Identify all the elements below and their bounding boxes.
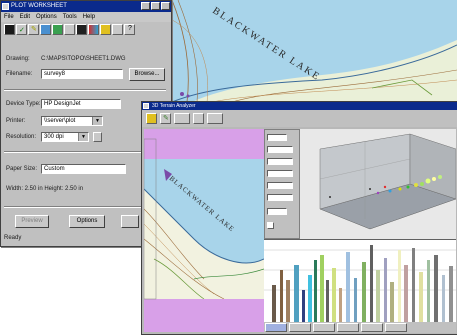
- drawing-value: C:\MAPS\TOPO\SHEET1.DWG: [41, 56, 126, 62]
- background-topo-map: BLACKWATER LAKE: [172, 0, 457, 102]
- status-text: Ready: [4, 235, 22, 241]
- close-button[interactable]: [161, 2, 170, 10]
- profile-graph-panel[interactable]: [264, 239, 456, 323]
- control-field-3[interactable]: [267, 158, 293, 165]
- zoom-tool-icon[interactable]: [193, 113, 204, 124]
- plot-dialog-toolbar: ✓ ✎ ?: [1, 22, 171, 37]
- viewer-title: 3D Terrain Analyzer: [152, 103, 196, 109]
- control-field-1[interactable]: [267, 134, 287, 141]
- paper-size-field[interactable]: Custom: [41, 164, 126, 174]
- chevron-down-icon[interactable]: ▼: [78, 133, 88, 141]
- plot-dialog-menubar: File Edit Options Tools Help: [1, 12, 171, 22]
- viewer-app-icon: [143, 103, 149, 109]
- drawing-label: Drawing:: [6, 56, 30, 62]
- open-tool-icon[interactable]: [146, 113, 157, 124]
- options-button[interactable]: Options: [69, 215, 105, 228]
- plot-dialog-titlebar[interactable]: PLOT WORKSHEET: [1, 1, 171, 12]
- browse-button[interactable]: Browse...: [129, 68, 165, 81]
- viewer-status-bar: [264, 322, 456, 333]
- grid-tool-icon[interactable]: [76, 24, 87, 35]
- frame-tool-icon[interactable]: [52, 24, 63, 35]
- menu-edit[interactable]: Edit: [20, 12, 30, 22]
- terrain-viewer-window: 3D Terrain Analyzer ✎ BLACKWATER LAKE: [141, 101, 457, 335]
- chevron-down-icon[interactable]: ▼: [92, 117, 102, 125]
- printer-value: \\server\plot: [44, 118, 76, 124]
- ruler-tool-icon[interactable]: [64, 24, 75, 35]
- spin-icon[interactable]: [93, 132, 102, 142]
- extra-button[interactable]: [121, 215, 139, 228]
- edit-tool-icon[interactable]: ✎: [160, 113, 171, 124]
- divider: [4, 89, 166, 91]
- profile-graph: [264, 245, 456, 323]
- control-field-6[interactable]: [267, 194, 293, 201]
- layers-tool-icon[interactable]: [40, 24, 51, 35]
- image-tool-icon[interactable]: [100, 24, 111, 35]
- app-icon: [2, 3, 9, 10]
- viewer-map-panel[interactable]: BLACKWATER LAKE: [144, 129, 264, 332]
- save-tool-icon[interactable]: [4, 24, 15, 35]
- paper-size-label: Paper Size:: [6, 166, 38, 172]
- plot-dialog-title: PLOT WORKSHEET: [11, 3, 67, 9]
- resolution-value: 300 dpi: [44, 134, 64, 140]
- control-field-2[interactable]: [267, 146, 293, 153]
- status-cell-4[interactable]: [337, 323, 359, 332]
- printer-select[interactable]: \\server\plot ▼: [41, 116, 103, 126]
- status-cell-1[interactable]: [265, 323, 287, 332]
- 3d-plot-graphic: [319, 133, 456, 230]
- control-field-5[interactable]: [267, 182, 293, 189]
- maximize-button[interactable]: [151, 2, 160, 10]
- device-type-label: Device Type:: [6, 101, 41, 107]
- resolution-select[interactable]: 300 dpi ▼: [41, 132, 89, 142]
- resolution-label: Resolution:: [6, 134, 37, 140]
- dimensions-text: Width: 2.50 in Height: 2.50 in: [6, 186, 84, 192]
- 3d-plot-panel[interactable]: [300, 129, 456, 239]
- menu-help[interactable]: Help: [83, 12, 95, 22]
- device-type-field[interactable]: HP DesignJet: [41, 99, 121, 109]
- menu-tools[interactable]: Tools: [63, 12, 77, 22]
- menu-file[interactable]: File: [4, 12, 14, 22]
- view-tool-icon[interactable]: [207, 113, 223, 124]
- viewer-controls-panel: [264, 129, 300, 239]
- status-cell-5[interactable]: [361, 323, 383, 332]
- control-checkbox[interactable]: [267, 222, 274, 229]
- status-cell-2[interactable]: [289, 323, 311, 332]
- minimize-button[interactable]: [141, 2, 150, 10]
- status-cell-6[interactable]: [385, 323, 407, 332]
- viewer-toolbar: ✎: [142, 110, 457, 127]
- print-tool-icon[interactable]: [174, 113, 190, 124]
- filename-field[interactable]: survey8: [41, 69, 123, 79]
- topo-map-graphic: BLACKWATER LAKE: [172, 0, 457, 102]
- palette-tool-icon[interactable]: [88, 24, 99, 35]
- status-cell-3[interactable]: [313, 323, 335, 332]
- control-field-7[interactable]: [267, 208, 287, 215]
- viewer-titlebar[interactable]: 3D Terrain Analyzer: [142, 102, 457, 110]
- check-tool-icon[interactable]: ✓: [16, 24, 27, 35]
- viewer-map-graphic: BLACKWATER LAKE: [144, 129, 264, 332]
- printer-label: Printer:: [6, 118, 26, 124]
- settings-tool-icon[interactable]: [112, 24, 123, 35]
- preview-button[interactable]: Preview: [15, 215, 49, 228]
- help-tool-icon[interactable]: ?: [124, 24, 135, 35]
- filename-label: Filename:: [6, 71, 33, 77]
- pencil-tool-icon[interactable]: ✎: [28, 24, 39, 35]
- menu-options[interactable]: Options: [36, 12, 57, 22]
- control-field-4[interactable]: [267, 170, 293, 177]
